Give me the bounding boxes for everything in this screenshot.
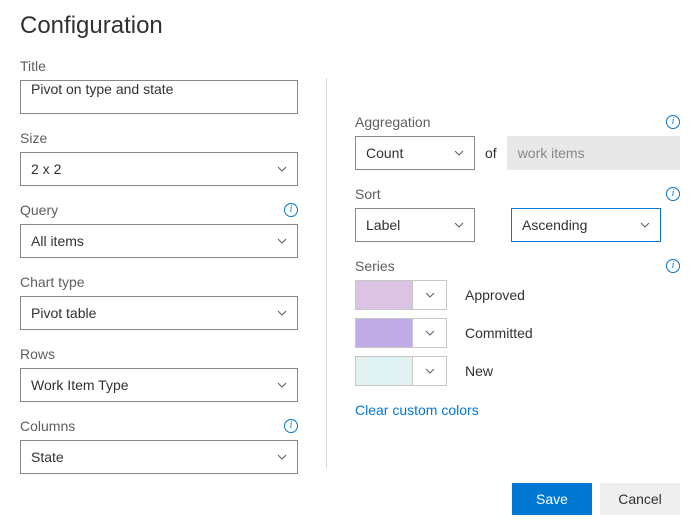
info-icon[interactable]: i <box>666 259 680 273</box>
of-label: of <box>485 145 497 161</box>
chevron-down-icon <box>277 236 287 246</box>
color-swatch <box>356 357 412 385</box>
info-icon[interactable]: i <box>284 203 298 217</box>
chevron-down-icon <box>277 164 287 174</box>
divider <box>326 78 327 468</box>
chevron-down-icon[interactable] <box>412 357 446 385</box>
cancel-button[interactable]: Cancel <box>600 483 680 515</box>
title-input[interactable]: Pivot on type and state <box>20 80 298 114</box>
rows-label: Rows <box>20 346 55 362</box>
chevron-down-icon[interactable] <box>412 281 446 309</box>
chevron-down-icon <box>277 452 287 462</box>
size-select[interactable]: 2 x 2 <box>20 152 298 186</box>
color-swatch-select[interactable] <box>355 318 447 348</box>
series-label: Series <box>355 258 395 274</box>
series-item-label: New <box>465 363 493 379</box>
aggregation-label: Aggregation <box>355 114 431 130</box>
series-item: Committed <box>355 318 680 348</box>
chevron-down-icon <box>454 220 464 230</box>
rows-select[interactable]: Work Item Type <box>20 368 298 402</box>
series-item: New <box>355 356 680 386</box>
sort-field-select[interactable]: Label <box>355 208 475 242</box>
series-item-label: Approved <box>465 287 525 303</box>
info-icon[interactable]: i <box>284 419 298 433</box>
color-swatch-select[interactable] <box>355 356 447 386</box>
aggregation-of-field: work items <box>507 136 680 170</box>
query-label: Query <box>20 202 58 218</box>
columns-select[interactable]: State <box>20 440 298 474</box>
series-item: Approved <box>355 280 680 310</box>
columns-label: Columns <box>20 418 75 434</box>
info-icon[interactable]: i <box>666 115 680 129</box>
series-item-label: Committed <box>465 325 533 341</box>
aggregation-select[interactable]: Count <box>355 136 475 170</box>
info-icon[interactable]: i <box>666 187 680 201</box>
chevron-down-icon <box>454 148 464 158</box>
chevron-down-icon <box>277 380 287 390</box>
chevron-down-icon <box>640 220 650 230</box>
color-swatch-select[interactable] <box>355 280 447 310</box>
save-button[interactable]: Save <box>512 483 592 515</box>
clear-colors-link[interactable]: Clear custom colors <box>355 402 479 418</box>
color-swatch <box>356 281 412 309</box>
sort-direction-select[interactable]: Ascending <box>511 208 661 242</box>
title-label: Title <box>20 58 46 74</box>
query-select[interactable]: All items <box>20 224 298 258</box>
sort-label: Sort <box>355 186 381 202</box>
chevron-down-icon <box>277 308 287 318</box>
chart-type-label: Chart type <box>20 274 85 290</box>
chevron-down-icon[interactable] <box>412 319 446 347</box>
size-label: Size <box>20 130 47 146</box>
page-title: Configuration <box>20 12 680 40</box>
chart-type-select[interactable]: Pivot table <box>20 296 298 330</box>
color-swatch <box>356 319 412 347</box>
